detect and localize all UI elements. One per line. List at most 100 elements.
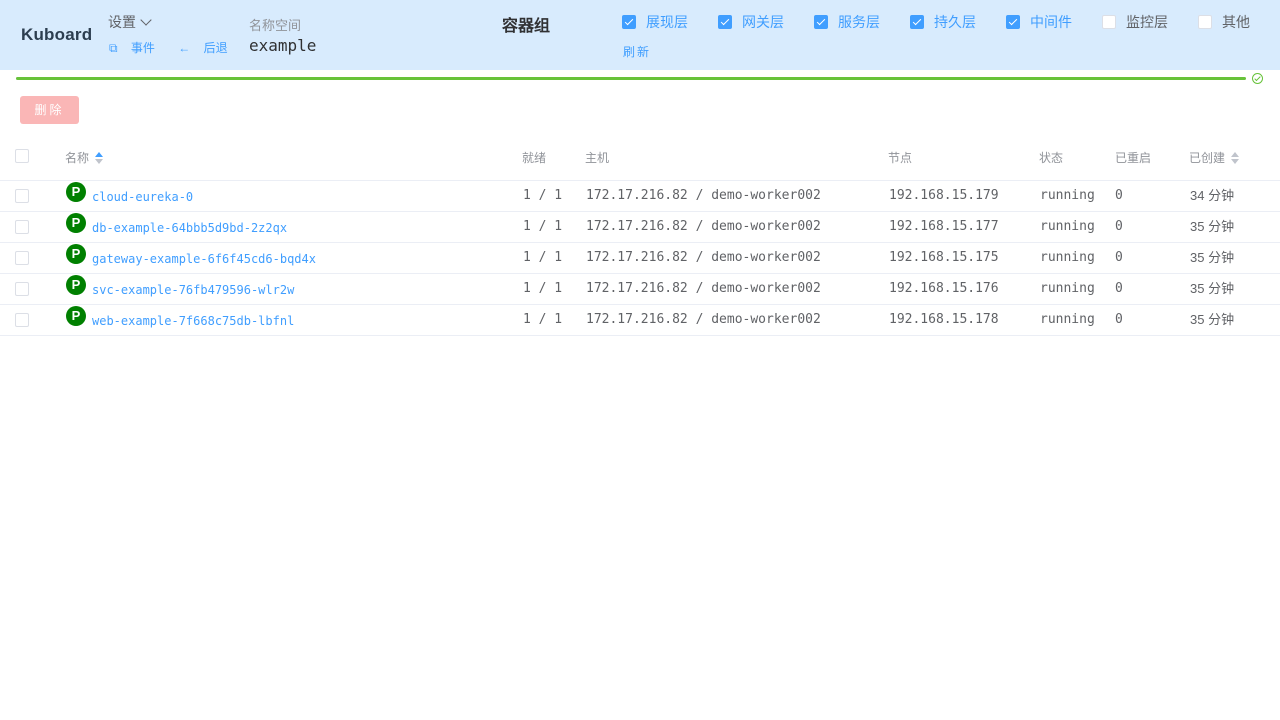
cell-status: running [1040, 250, 1095, 265]
cell-restarts: 0 [1115, 312, 1123, 327]
sort-icon[interactable] [95, 152, 104, 164]
row-checkbox[interactable] [15, 251, 29, 265]
column-header-node: 节点 [888, 151, 913, 165]
delete-button[interactable]: 删除 [20, 96, 79, 124]
layer-filter-item[interactable]: 网关层 [718, 12, 784, 32]
table-row[interactable]: Pcloud-eureka-0 1 / 1 172.17.216.82 / demo… [0, 181, 1280, 212]
pod-badge-icon: P [66, 213, 86, 233]
row-checkbox[interactable] [15, 189, 29, 203]
cell-created: 35 分钟 [1190, 312, 1235, 327]
row-checkbox[interactable] [15, 313, 29, 327]
namespace-value: example [249, 36, 317, 55]
settings-dropdown[interactable]: 设置 [108, 12, 152, 32]
cell-restarts: 0 [1115, 250, 1123, 265]
layer-filter-item[interactable]: 服务层 [814, 12, 880, 32]
layer-label: 其他 [1222, 14, 1250, 30]
cell-host: 172.17.216.82 / demo-worker002 [586, 219, 821, 234]
layer-checkbox[interactable] [1198, 15, 1212, 29]
layer-checkbox[interactable] [814, 15, 828, 29]
namespace-label: 名称空间 [249, 18, 302, 33]
pod-badge-icon: P [66, 275, 86, 295]
progress-bar [16, 77, 1246, 80]
cell-ready: 1 / 1 [523, 312, 563, 327]
column-header-status: 状态 [1039, 151, 1064, 165]
cell-restarts: 0 [1115, 281, 1123, 296]
cell-ready: 1 / 1 [523, 250, 563, 265]
settings-label: 设置 [108, 14, 136, 30]
row-checkbox[interactable] [15, 282, 29, 296]
layer-filter-item[interactable]: 持久层 [910, 12, 976, 32]
cell-host: 172.17.216.82 / demo-worker002 [586, 281, 821, 296]
cell-ready: 1 / 1 [523, 219, 563, 234]
layer-checkbox[interactable] [1006, 15, 1020, 29]
column-name-label: 名称 [65, 151, 90, 165]
layer-filter-item[interactable]: 其他 [1198, 12, 1250, 32]
cell-status: running [1040, 219, 1095, 234]
pod-badge-icon: P [66, 306, 86, 326]
layer-checkbox[interactable] [718, 15, 732, 29]
pod-name-link[interactable]: cloud-eureka-0 [92, 182, 193, 212]
row-checkbox[interactable] [15, 220, 29, 234]
column-header-host: 主机 [585, 151, 610, 165]
cell-created: 35 分钟 [1190, 250, 1235, 265]
cell-node: 192.168.15.178 [889, 312, 999, 327]
cell-node: 192.168.15.179 [889, 188, 999, 203]
layer-filter-item[interactable]: 监控层 [1102, 12, 1168, 32]
layer-checkbox[interactable] [910, 15, 924, 29]
select-all-checkbox[interactable] [15, 149, 29, 163]
cell-node: 192.168.15.177 [889, 219, 999, 234]
column-header-created[interactable]: 已创建 [1189, 149, 1240, 166]
app-logo[interactable]: Kuboard [21, 25, 92, 45]
layer-filter-item[interactable]: 中间件 [1006, 12, 1072, 32]
table-row[interactable]: Pdb-example-64bbb5d9bd-2z2qx 1 / 1 172.17.… [0, 212, 1280, 243]
layer-label: 持久层 [934, 14, 976, 30]
back-link[interactable]: ← 后退 [178, 41, 237, 55]
cell-host: 172.17.216.82 / demo-worker002 [586, 312, 821, 327]
pod-badge-icon: P [66, 244, 86, 264]
cell-status: running [1040, 312, 1095, 327]
pod-badge-icon: P [66, 182, 86, 202]
cell-created: 34 分钟 [1190, 188, 1235, 203]
pod-name-link[interactable]: web-example-7f668c75db-lbfnl [92, 306, 294, 336]
layer-checkbox[interactable] [1102, 15, 1116, 29]
column-header-restarts: 已重启 [1115, 151, 1152, 165]
pod-name-link[interactable]: svc-example-76fb479596-wlr2w [92, 275, 294, 305]
table-row[interactable]: Pgateway-example-6f6f45cd6-bqd4x 1 / 1 172… [0, 243, 1280, 274]
layer-label: 服务层 [838, 14, 880, 30]
external-link-icon: ⧉ [109, 41, 118, 55]
cell-created: 35 分钟 [1190, 219, 1235, 234]
pod-name-link[interactable]: db-example-64bbb5d9bd-2z2qx [92, 213, 287, 243]
cell-node: 192.168.15.176 [889, 281, 999, 296]
pod-name-link[interactable]: gateway-example-6f6f45cd6-bqd4x [92, 244, 316, 274]
cell-created: 35 分钟 [1190, 281, 1235, 296]
table-row[interactable]: Psvc-example-76fb479596-wlr2w 1 / 1 172.17… [0, 274, 1280, 305]
header-links: ⧉ 事件 ← 后退 [109, 39, 248, 56]
back-link-label: 后退 [203, 41, 228, 55]
events-link-label: 事件 [130, 41, 155, 55]
events-link[interactable]: ⧉ 事件 [109, 41, 165, 55]
column-header-name[interactable]: 名称 [65, 149, 104, 166]
cell-status: running [1040, 188, 1095, 203]
chevron-down-icon [140, 14, 152, 26]
cell-host: 172.17.216.82 / demo-worker002 [586, 188, 821, 203]
layer-checkbox[interactable] [622, 15, 636, 29]
check-circle-icon [1252, 73, 1263, 84]
table-row[interactable]: Pweb-example-7f668c75db-lbfnl 1 / 1 172.17… [0, 305, 1280, 336]
cell-node: 192.168.15.175 [889, 250, 999, 265]
cell-status: running [1040, 281, 1095, 296]
cell-restarts: 0 [1115, 219, 1123, 234]
layer-label: 展现层 [646, 14, 688, 30]
cell-host: 172.17.216.82 / demo-worker002 [586, 250, 821, 265]
layer-label: 监控层 [1126, 14, 1168, 30]
refresh-button[interactable]: 刷新 [623, 43, 651, 60]
top-header: Kuboard 设置 ⧉ 事件 ← 后退 名称空间 example 容器组 展现… [0, 0, 1280, 70]
sort-icon[interactable] [1231, 152, 1240, 164]
column-header-ready: 就绪 [522, 151, 547, 165]
layer-filter-item[interactable]: 展现层 [622, 12, 688, 32]
arrow-left-icon: ← [178, 41, 191, 55]
cell-restarts: 0 [1115, 188, 1123, 203]
column-created-label: 已创建 [1189, 151, 1226, 165]
cell-ready: 1 / 1 [523, 188, 563, 203]
progress-fill [16, 77, 1246, 80]
cell-ready: 1 / 1 [523, 281, 563, 296]
